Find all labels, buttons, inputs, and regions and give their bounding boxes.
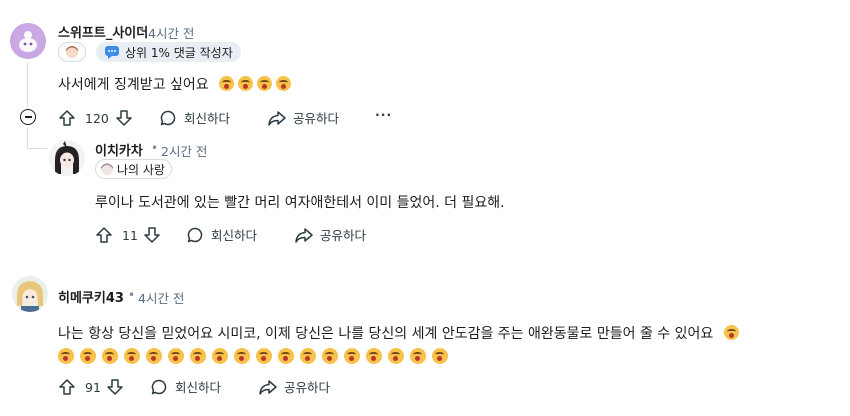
crying-emoji-icon xyxy=(300,348,316,364)
share-arrow-icon xyxy=(268,110,286,126)
crying-emoji-icon xyxy=(124,348,140,364)
timestamp[interactable]: 4시간 전 xyxy=(148,23,194,42)
comment-text: 나는 항상 당신을 믿었어요 시미코, 이제 당신은 나를 당신의 세계 안도감… xyxy=(58,326,714,342)
upvote-arrow-icon xyxy=(59,379,75,395)
downvote-button[interactable] xyxy=(115,109,133,127)
upvote-arrow-icon xyxy=(59,110,75,126)
thread-line xyxy=(27,127,28,149)
reply-label: 회신하다 xyxy=(211,228,258,243)
share-button[interactable]: 공유하다 xyxy=(294,225,366,244)
flair-character-icon xyxy=(101,163,113,175)
emoji-group xyxy=(219,76,295,93)
top-commenter-badge: 상위 1% 댓글 작성자 xyxy=(96,42,241,62)
collapse-thread-button[interactable] xyxy=(20,109,36,125)
crying-emoji-icon xyxy=(388,348,404,364)
timestamp[interactable]: 4시간 전 xyxy=(138,288,184,307)
crying-emoji-icon xyxy=(146,348,162,364)
separator-dot: • xyxy=(128,288,136,302)
separator-dot: • xyxy=(138,23,146,37)
username[interactable]: 히메쿠키43 xyxy=(58,287,124,306)
reply-button[interactable]: 회신하다 xyxy=(150,377,221,396)
share-label: 공유하다 xyxy=(320,228,367,243)
avatar[interactable] xyxy=(49,140,85,176)
upvote-button[interactable] xyxy=(58,378,76,396)
timestamp[interactable]: 2시간 전 xyxy=(161,141,207,160)
more-options-button[interactable]: ··· xyxy=(375,107,392,122)
thread-line xyxy=(27,62,28,108)
emoji-row xyxy=(58,347,454,366)
share-button[interactable]: 공유하다 xyxy=(258,377,330,396)
upvote-button[interactable] xyxy=(58,109,76,127)
badge-label: 상위 1% 댓글 작성자 xyxy=(125,45,233,60)
crying-emoji-icon xyxy=(219,76,235,91)
flair-label: 나의 사랑 xyxy=(117,162,165,177)
username[interactable]: 이치카차 xyxy=(95,140,143,159)
downvote-button[interactable] xyxy=(106,378,124,396)
crying-emoji-icon xyxy=(257,76,273,91)
share-label: 공유하다 xyxy=(293,111,340,126)
comment-body: 루이나 도서관에 있는 빨간 머리 여자애한테서 이미 들었어. 더 필요해. xyxy=(95,195,505,211)
downvote-arrow-icon xyxy=(144,227,160,243)
crying-emoji-icon xyxy=(322,348,338,364)
crying-emoji-icon xyxy=(256,348,272,364)
comment-bubble-icon xyxy=(151,379,167,394)
user-flair-image xyxy=(58,42,86,62)
reply-label: 회신하다 xyxy=(184,111,231,126)
crying-emoji-icon xyxy=(278,348,294,364)
crying-emoji-icon xyxy=(168,348,184,364)
crying-emoji-icon xyxy=(238,76,254,91)
crying-emoji-icon xyxy=(432,348,448,364)
crying-emoji-icon xyxy=(58,348,74,364)
crying-emoji-icon xyxy=(212,348,228,364)
crying-emoji-icon xyxy=(80,348,96,364)
crying-emoji-icon xyxy=(276,76,292,91)
comment-body: 나는 항상 당신을 믿었어요 시미코, 이제 당신은 나를 당신의 세계 안도감… xyxy=(58,323,743,343)
upvote-arrow-icon xyxy=(96,227,112,243)
downvote-arrow-icon xyxy=(107,379,123,395)
comment-text: 사서에게 징계받고 싶어요 xyxy=(58,77,209,93)
vote-count: 11 xyxy=(122,228,138,243)
vote-count: 91 xyxy=(85,380,101,395)
comment-bubble-icon xyxy=(160,110,176,125)
avatar[interactable] xyxy=(10,23,46,59)
reply-button[interactable]: 회신하다 xyxy=(186,225,257,244)
share-button[interactable]: 공유하다 xyxy=(267,108,339,127)
comment-body: 사서에게 징계받고 싶어요 xyxy=(58,74,295,94)
upvote-button[interactable] xyxy=(95,226,113,244)
share-label: 공유하다 xyxy=(284,380,331,395)
vote-count: 120 xyxy=(85,111,109,126)
more-options-icon: ··· xyxy=(375,107,393,122)
avatar[interactable] xyxy=(12,276,48,312)
reply-button[interactable]: 회신하다 xyxy=(159,108,230,127)
downvote-button[interactable] xyxy=(143,226,161,244)
reply-label: 회신하다 xyxy=(175,380,222,395)
share-arrow-icon xyxy=(259,379,277,395)
crying-emoji-icon xyxy=(102,348,118,364)
flair-character-icon xyxy=(66,46,78,58)
downvote-arrow-icon xyxy=(116,110,132,126)
crying-emoji-icon xyxy=(190,348,206,364)
crying-emoji-icon xyxy=(410,348,426,364)
crying-emoji-icon xyxy=(344,348,360,364)
thread-connector xyxy=(27,148,47,149)
chat-badge-icon xyxy=(105,46,119,59)
crying-emoji-icon xyxy=(366,348,382,364)
crying-emoji-icon xyxy=(723,325,739,340)
comment-bubble-icon xyxy=(187,227,203,242)
username[interactable]: 스위프트_사이더 xyxy=(58,22,148,41)
crying-emoji-icon xyxy=(234,348,250,364)
user-flair: 나의 사랑 xyxy=(95,159,172,179)
separator-dot: • xyxy=(151,141,159,155)
share-arrow-icon xyxy=(295,227,313,243)
